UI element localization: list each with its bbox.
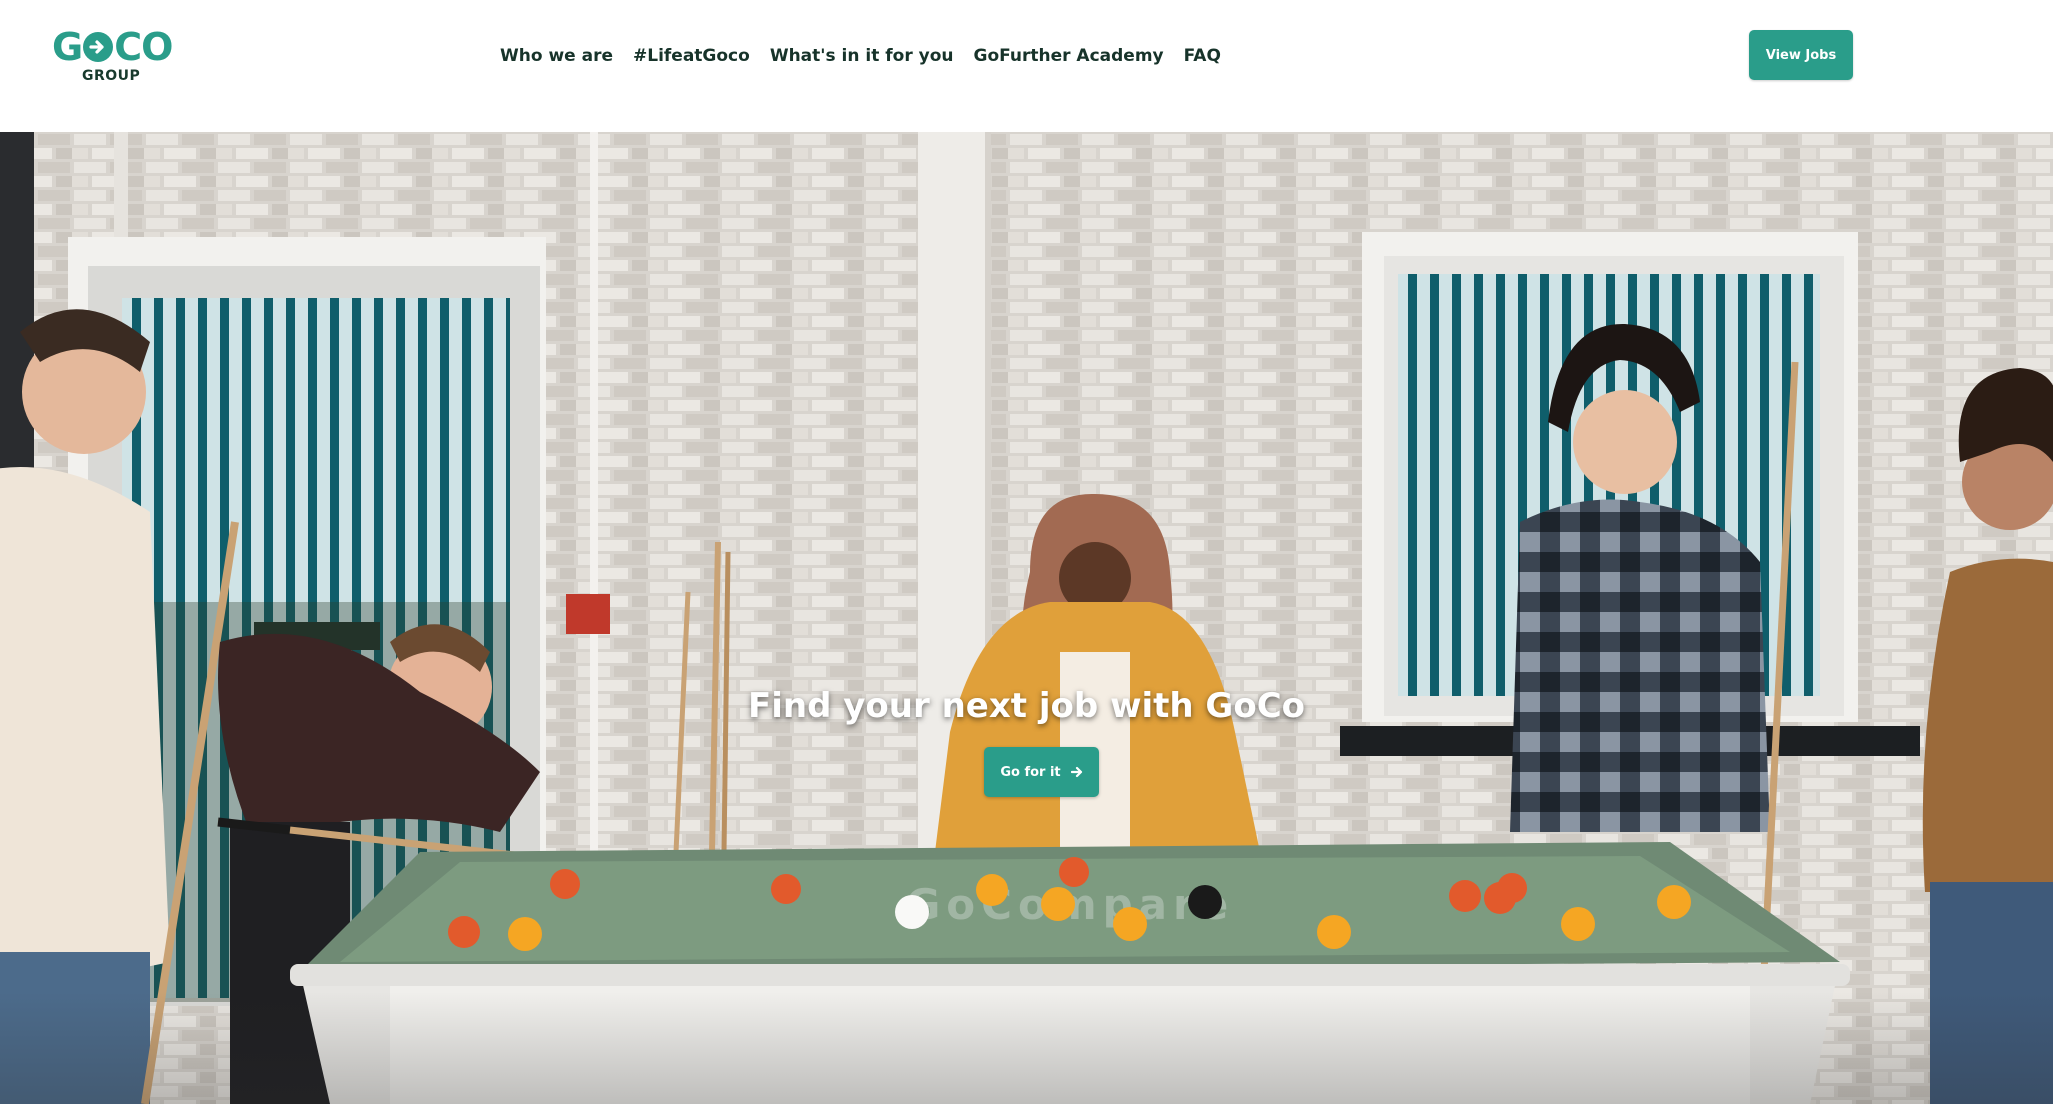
- nav-who-we-are[interactable]: Who we are: [500, 46, 613, 66]
- logo-wordmark: G CO: [52, 25, 173, 69]
- arrow-right-icon: [1070, 766, 1082, 778]
- nav-gofurther-academy[interactable]: GoFurther Academy: [973, 46, 1163, 66]
- hero-photo: GoCompare: [0, 132, 2053, 1104]
- goco-logo[interactable]: G CO GROUP: [52, 28, 176, 84]
- nav-lifeatgoco[interactable]: #LifeatGoco: [633, 46, 750, 66]
- nav-whats-in-it-for-you[interactable]: What's in it for you: [770, 46, 954, 66]
- hero-title: Find your next job with GoCo: [748, 686, 1305, 726]
- main-nav: Who we are #LifeatGoco What's in it for …: [500, 46, 1221, 66]
- hero-banner: GoCompare Find your next job with GoCo G…: [0, 132, 2053, 1104]
- logo-subtitle: GROUP: [82, 68, 141, 84]
- view-jobs-button[interactable]: View Jobs: [1749, 30, 1853, 80]
- nav-faq[interactable]: FAQ: [1184, 46, 1221, 66]
- site-header: G CO GROUP Who we are #LifeatGoco What's…: [0, 0, 2053, 132]
- cta-label: Go for it: [1000, 764, 1061, 780]
- arrow-right-icon: [83, 32, 114, 62]
- go-for-it-button[interactable]: Go for it: [984, 747, 1099, 797]
